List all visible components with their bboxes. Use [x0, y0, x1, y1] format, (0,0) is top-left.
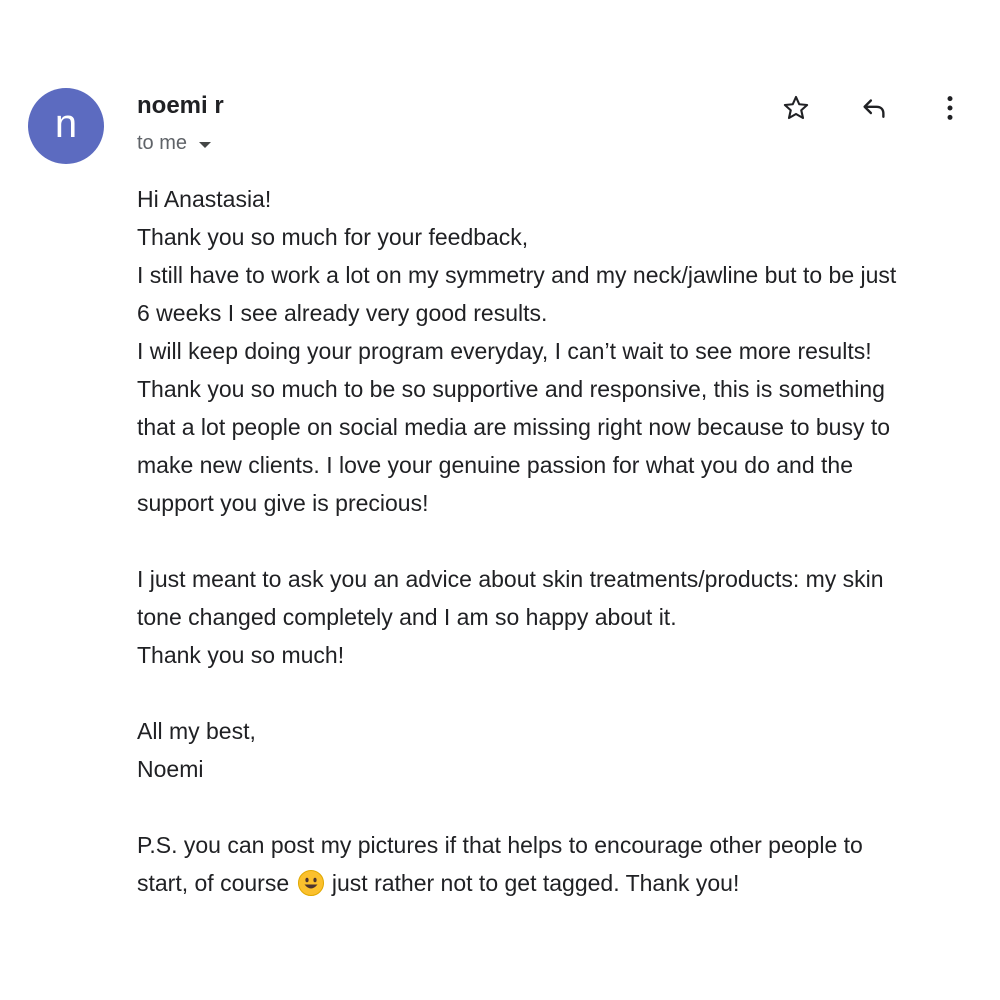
- signoff: All my best, Noemi: [137, 712, 987, 788]
- ps-text-after-emoji: just rather not to get tagged. Thank you…: [331, 870, 740, 896]
- body-line: I just meant to ask you an advice about …: [137, 566, 884, 592]
- paragraph-feedback: Thank you so much for your feedback, I s…: [137, 218, 987, 522]
- recipient-details-toggle[interactable]: to me: [137, 132, 212, 155]
- email-message: n noemi r to me Hi Anastasia! Thank you …: [0, 0, 1000, 1000]
- more-options-button[interactable]: [932, 90, 968, 126]
- body-line: 6 weeks I see already very good results.: [137, 300, 548, 326]
- signoff-line: All my best,: [137, 718, 256, 744]
- star-outline-icon: [783, 95, 809, 120]
- reply-icon: [863, 99, 885, 118]
- signature-name: Noemi: [137, 756, 204, 782]
- smiling-face-emoji-icon: [297, 870, 324, 896]
- body-line: make new clients. I love your genuine pa…: [137, 452, 853, 478]
- avatar[interactable]: n: [28, 88, 104, 164]
- paragraph-question: I just meant to ask you an advice about …: [137, 560, 987, 674]
- postscript: P.S. you can post my pictures if that he…: [137, 826, 987, 902]
- more-vertical-icon: [947, 96, 953, 120]
- ps-line: start, of course just rather not to get …: [137, 864, 987, 902]
- sender-name[interactable]: noemi r: [137, 92, 224, 120]
- star-button[interactable]: [778, 90, 814, 126]
- body-line: I still have to work a lot on my symmetr…: [137, 262, 897, 288]
- ps-text-before-emoji: start, of course: [137, 870, 290, 896]
- greeting-line: Hi Anastasia!: [137, 186, 272, 212]
- body-line: support you give is precious!: [137, 490, 429, 516]
- body-line: Thank you so much for your feedback,: [137, 224, 529, 250]
- recipient-label: to me: [137, 132, 188, 154]
- body-line: that a lot people on social media are mi…: [137, 414, 891, 440]
- body-line: tone changed completely and I am so happ…: [137, 604, 677, 630]
- body-line: Thank you so much!: [137, 642, 345, 668]
- body-line: I will keep doing your program everyday,…: [137, 338, 872, 364]
- body-line: Thank you so much to be so supportive an…: [137, 376, 885, 402]
- reply-button[interactable]: [856, 90, 892, 126]
- ps-line: P.S. you can post my pictures if that he…: [137, 832, 863, 858]
- avatar-initial: n: [54, 102, 78, 146]
- chevron-down-icon[interactable]: [199, 141, 212, 148]
- message-body: Hi Anastasia! Thank you so much for your…: [137, 180, 987, 902]
